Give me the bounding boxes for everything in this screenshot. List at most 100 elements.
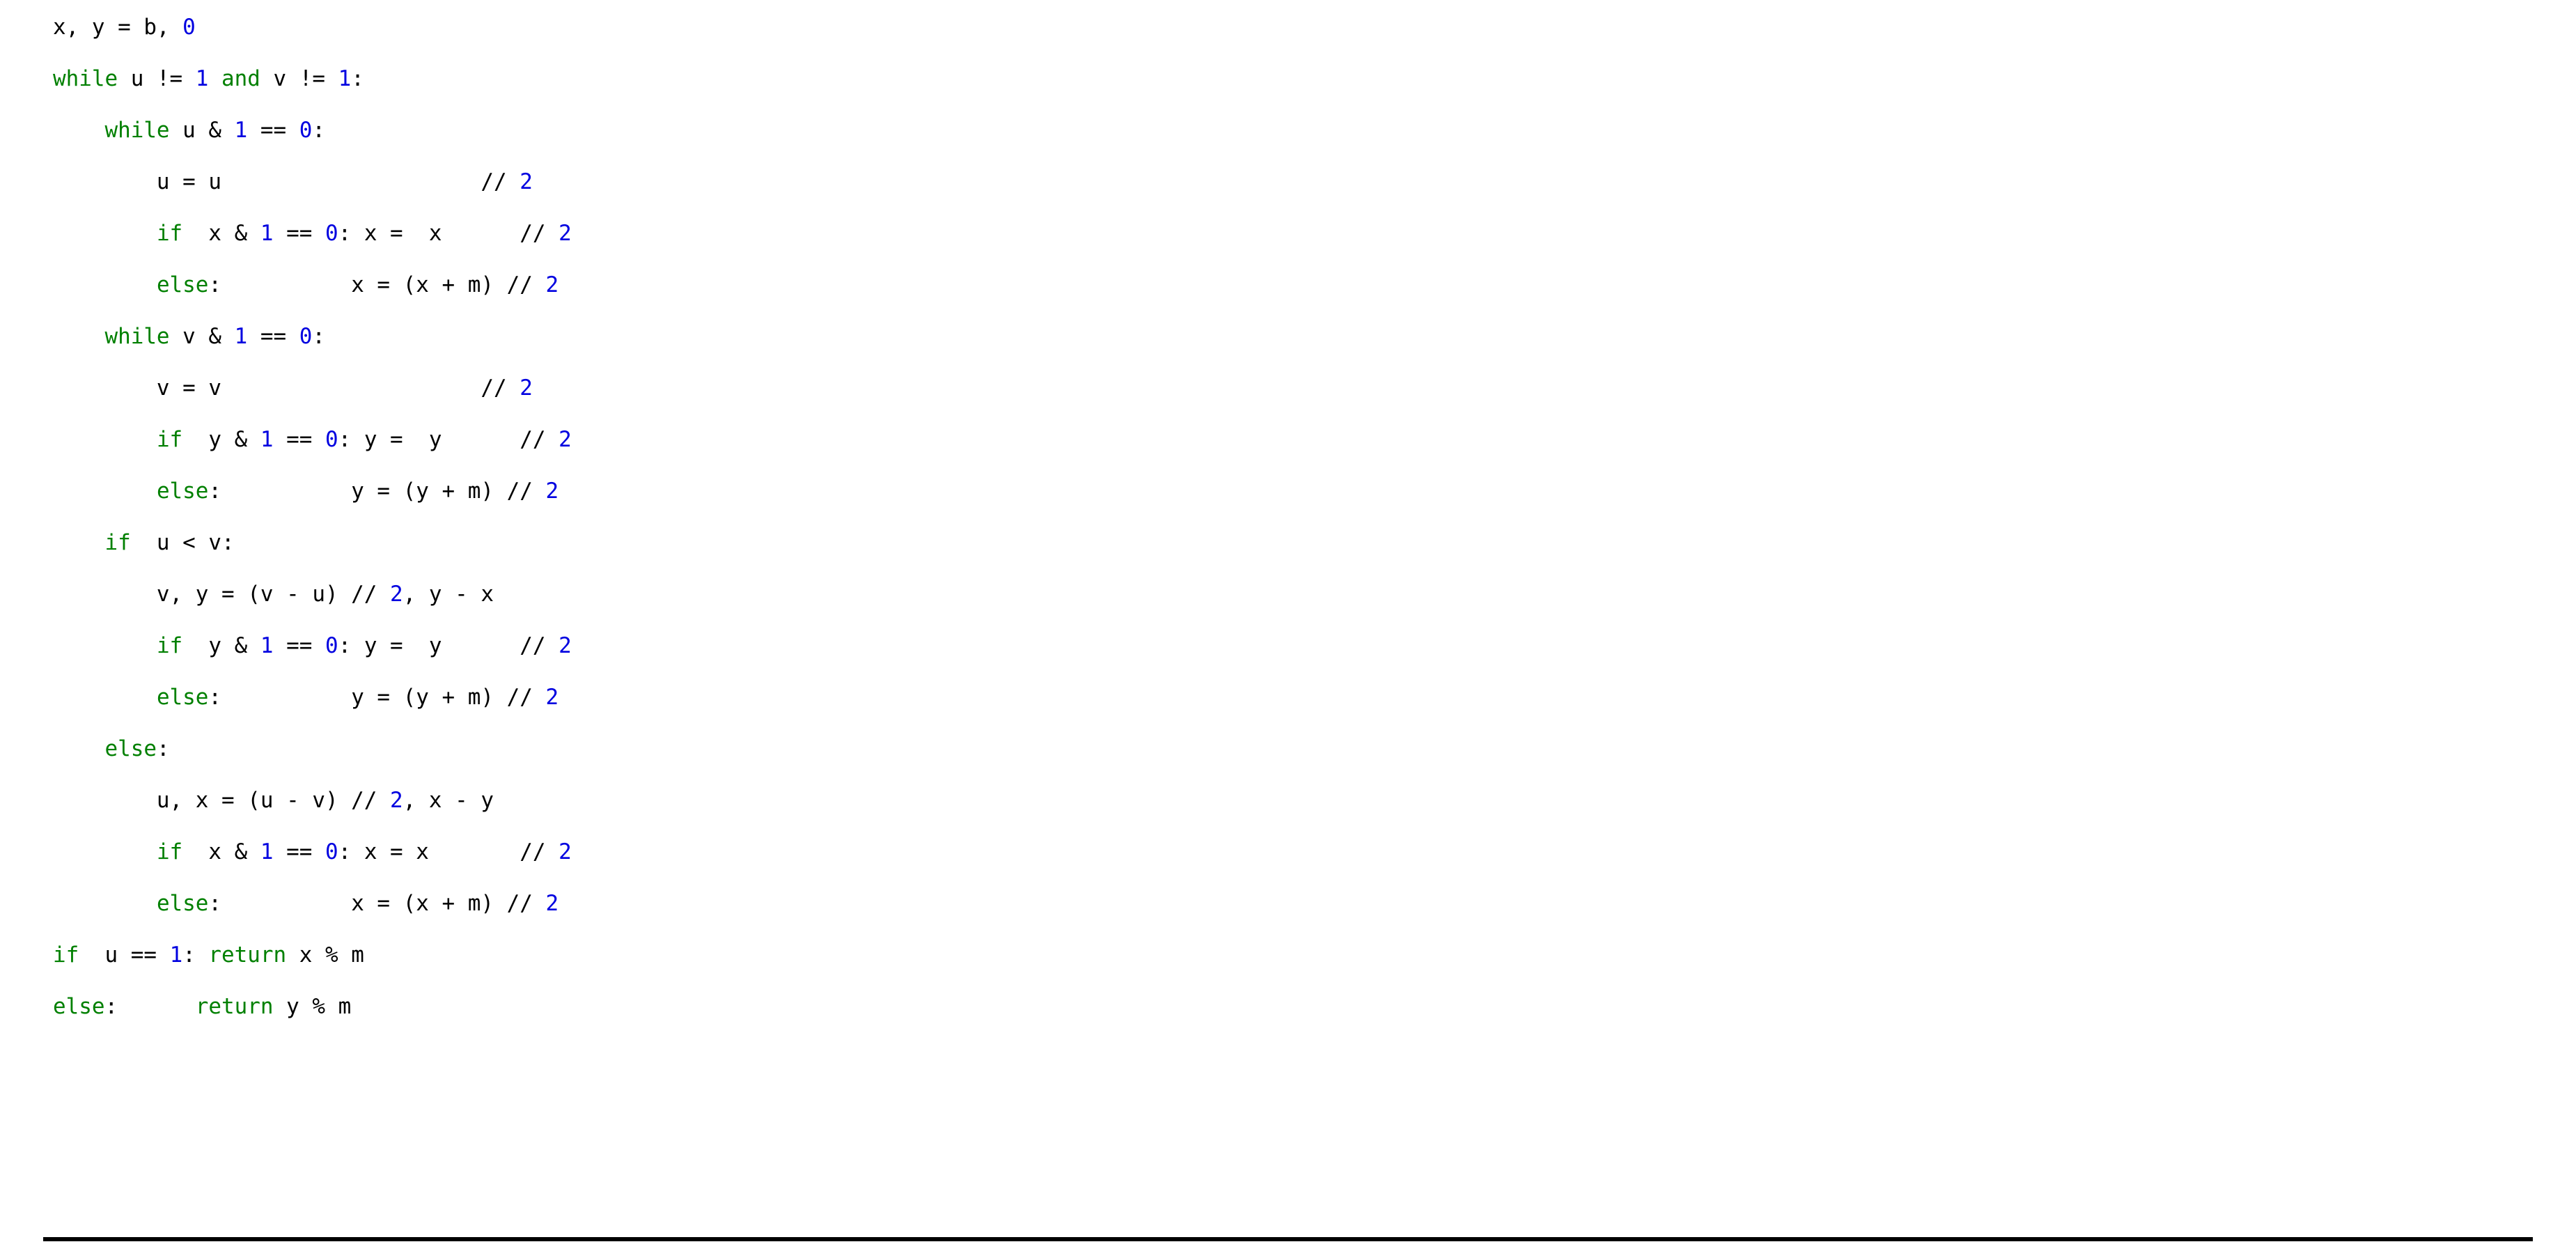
code-line: else: return y % m bbox=[53, 981, 572, 1032]
code-text: == bbox=[247, 118, 299, 143]
code-keyword: else bbox=[104, 736, 157, 761]
code-keyword: return bbox=[195, 994, 274, 1019]
code-line: u = u // 2 bbox=[53, 156, 572, 208]
code-line: if x & 1 == 0: x = x // 2 bbox=[53, 208, 572, 259]
code-line: else: x = (x + m) // 2 bbox=[53, 878, 572, 929]
code-number: 2 bbox=[520, 375, 533, 401]
code-number: 2 bbox=[559, 221, 572, 246]
code-text: == bbox=[273, 221, 325, 246]
code-text: == bbox=[273, 633, 325, 658]
code-text: , x - y bbox=[403, 788, 494, 813]
code-number: 0 bbox=[299, 118, 313, 143]
code-number: 1 bbox=[260, 839, 274, 864]
code-keyword: else bbox=[53, 994, 105, 1019]
code-number: 2 bbox=[545, 891, 559, 916]
code-text: y & bbox=[182, 427, 260, 452]
code-line: else: bbox=[53, 723, 572, 775]
code-number: 1 bbox=[260, 221, 274, 246]
code-number: 2 bbox=[559, 839, 572, 864]
code-line: v = v // 2 bbox=[53, 362, 572, 414]
code-text: u == bbox=[79, 942, 170, 968]
code-number: 1 bbox=[338, 66, 352, 91]
code-keyword: if bbox=[104, 530, 131, 555]
code-text: : x = x // bbox=[338, 221, 559, 246]
code-keyword: while bbox=[53, 66, 118, 91]
code-keyword: else bbox=[156, 891, 209, 916]
code-keyword: and bbox=[221, 66, 260, 91]
code-line: else: y = (y + m) // 2 bbox=[53, 465, 572, 517]
code-number: 2 bbox=[390, 788, 403, 813]
code-number: 2 bbox=[559, 633, 572, 658]
code-text: : bbox=[312, 118, 325, 143]
code-listing-page: x, y = b, 0 while u != 1 and v != 1: whil… bbox=[0, 0, 2576, 1258]
code-line: else: x = (x + m) // 2 bbox=[53, 259, 572, 311]
code-block: x, y = b, 0 while u != 1 and v != 1: whil… bbox=[53, 1, 572, 1032]
code-text: , y - x bbox=[403, 582, 494, 607]
code-keyword: else bbox=[156, 685, 209, 710]
code-text: : y = y // bbox=[338, 427, 559, 452]
code-number: 0 bbox=[299, 324, 313, 349]
code-number: 1 bbox=[195, 66, 209, 91]
code-line: if u < v: bbox=[53, 517, 572, 568]
code-keyword: if bbox=[156, 839, 183, 864]
code-keyword: while bbox=[104, 118, 170, 143]
code-number: 2 bbox=[390, 582, 403, 607]
code-text: x & bbox=[182, 221, 260, 246]
horizontal-rule bbox=[43, 1237, 2533, 1241]
code-text: == bbox=[273, 839, 325, 864]
code-text: u = u // bbox=[53, 169, 520, 194]
code-text: : bbox=[351, 66, 364, 91]
code-text: v = v // bbox=[53, 375, 520, 401]
code-number: 2 bbox=[545, 272, 559, 297]
code-line: v, y = (v - u) // 2, y - x bbox=[53, 568, 572, 620]
code-keyword: while bbox=[104, 324, 170, 349]
code-number: 0 bbox=[325, 427, 338, 452]
code-line: while u != 1 and v != 1: bbox=[53, 53, 572, 104]
code-line: if y & 1 == 0: y = y // 2 bbox=[53, 414, 572, 465]
code-text: == bbox=[247, 324, 299, 349]
code-text: : x = (x + m) // bbox=[208, 272, 546, 297]
code-text: x, y = b, bbox=[53, 15, 183, 40]
code-keyword: if bbox=[156, 427, 183, 452]
code-text: == bbox=[273, 427, 325, 452]
code-text: u, x = (u - v) // bbox=[53, 788, 391, 813]
code-text: : x = (x + m) // bbox=[208, 891, 546, 916]
code-line: x, y = b, 0 bbox=[53, 1, 572, 53]
code-text: : bbox=[104, 994, 196, 1019]
code-text: u < v: bbox=[130, 530, 235, 555]
code-text: v, y = (v - u) // bbox=[53, 582, 391, 607]
code-keyword: else bbox=[156, 272, 209, 297]
code-text: : x = x // bbox=[338, 839, 559, 864]
code-number: 1 bbox=[234, 118, 248, 143]
code-text: y % m bbox=[273, 994, 352, 1019]
code-number: 1 bbox=[260, 427, 274, 452]
code-text: : bbox=[182, 942, 209, 968]
code-line: if x & 1 == 0: x = x // 2 bbox=[53, 826, 572, 878]
code-text: : bbox=[156, 736, 170, 761]
code-text: u & bbox=[169, 118, 235, 143]
code-line: u, x = (u - v) // 2, x - y bbox=[53, 775, 572, 826]
code-keyword: else bbox=[156, 479, 209, 504]
code-text: u != bbox=[118, 66, 196, 91]
code-text: v & bbox=[169, 324, 235, 349]
code-text: y & bbox=[182, 633, 260, 658]
code-line: if u == 1: return x % m bbox=[53, 929, 572, 981]
code-number: 0 bbox=[325, 839, 338, 864]
code-number: 1 bbox=[260, 633, 274, 658]
code-text: x % m bbox=[286, 942, 364, 968]
code-text: : y = (y + m) // bbox=[208, 685, 546, 710]
code-line: else: y = (y + m) // 2 bbox=[53, 671, 572, 723]
code-text: : y = (y + m) // bbox=[208, 479, 546, 504]
code-number: 2 bbox=[545, 479, 559, 504]
code-number: 1 bbox=[169, 942, 183, 968]
